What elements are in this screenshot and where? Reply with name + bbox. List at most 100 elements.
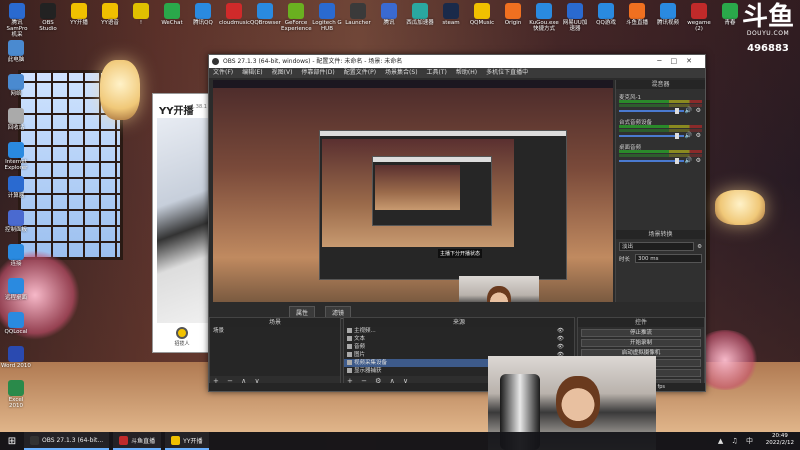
shortcut-icon [71, 3, 87, 19]
obs-menu-item[interactable]: 配置文件(P) [344, 69, 376, 76]
obs-menu-item[interactable]: 文件(F) [213, 69, 233, 76]
visibility-eye-icon[interactable]: 👁 [557, 335, 564, 343]
desktop-shortcut[interactable]: 西瓜加速器 [405, 3, 435, 26]
transition-settings-gear-icon[interactable]: ⚙ [697, 244, 702, 250]
shortcut-label: Excel 2010 [8, 397, 24, 409]
obs-menu-item[interactable]: 停靠部件(D) [301, 69, 334, 76]
desktop-shortcut[interactable]: GeForce Experience [281, 3, 312, 32]
volume-knob[interactable] [675, 108, 679, 114]
volume-knob[interactable] [675, 158, 679, 164]
shortcut-label: 回收站 [7, 125, 25, 131]
desktop-shortcut[interactable]: ! [126, 3, 156, 26]
desktop-shortcut[interactable]: wegame (2) [684, 3, 714, 32]
obs-menu-item[interactable]: 视图(V) [272, 69, 293, 76]
shortcut-icon [443, 3, 459, 19]
desktop-shortcut[interactable]: Logitech G HUB [312, 3, 342, 32]
transition-type-select[interactable]: 淡出 [619, 242, 695, 251]
shortcut-label: 腾讯 [383, 20, 395, 26]
obs-menu-item[interactable]: 多机位下直播中 [486, 69, 528, 76]
desktop-shortcut[interactable]: 计算器 [1, 176, 31, 199]
taskbar-app[interactable]: YY开播 [165, 432, 209, 450]
source-item[interactable]: 主视频... 👁 [344, 327, 574, 335]
audio-mixer-panel: 混音器 麦克风-1 🔊 ⚙ 台式音频设备 🔊 ⚙ 桌面音频 🔊 ⚙ 场景转换 淡出 ⚙ 时长 3… [615, 80, 705, 302]
desktop-shortcut[interactable]: YY语音 [95, 3, 125, 26]
shortcut-label: 青春 [724, 20, 736, 26]
clock[interactable]: 20:49 2022/2/12 [766, 433, 794, 447]
desktop-shortcut[interactable]: 腾讯视频 [653, 3, 683, 26]
desktop-shortcut[interactable]: steam [436, 3, 466, 26]
obs-menubar: 文件(F) 编辑(E) 视图(V) 停靠部件(D) 配置文件(P) 场景集合(S) 工具(T… [209, 68, 705, 78]
speaker-icon[interactable]: 🔊 [685, 107, 692, 114]
shortcut-label: 腾讯SamPro [6, 20, 28, 32]
transition-duration-input[interactable]: 300 ms [635, 254, 702, 263]
shortcut-icon [505, 3, 521, 19]
obs-menu-item[interactable]: 场景集合(S) [385, 69, 418, 76]
desktop-shortcut[interactable]: KuGou.exe 快捷方式 [529, 3, 559, 32]
yy-window[interactable]: YY开播 1.38.1 招揽人 [152, 93, 212, 353]
desktop-shortcut[interactable]: 控制面板 [1, 210, 31, 233]
start-button-icon[interactable]: ⊞ [0, 432, 24, 450]
taskbar-app-label: YY开播 [183, 437, 203, 445]
source-label: 视频采集设备 [354, 360, 388, 366]
desktop-shortcut[interactable]: 斗鱼直播 [622, 3, 652, 26]
volume-slider[interactable]: 🔊 ⚙ [619, 157, 702, 164]
desktop-shortcut[interactable]: 回收站 [1, 108, 31, 131]
source-item[interactable]: 音频 👁 [344, 343, 574, 351]
desktop-shortcut[interactable]: QQLocal [1, 312, 31, 335]
desktop-shortcut[interactable]: YY开播 [64, 3, 94, 26]
obs-titlebar[interactable]: OBS 27.1.3 (64-bit, windows) - 配置文件: 未命名… [209, 55, 705, 68]
desktop-shortcut[interactable]: QQ游戏 [591, 3, 621, 26]
window-controls[interactable]: ─□✕ [657, 55, 701, 68]
shortcut-icon [9, 3, 25, 19]
desktop-shortcut[interactable]: 远程桌面 [1, 278, 31, 301]
desktop-shortcut[interactable]: 连接 [1, 244, 31, 267]
wallpaper-lantern [100, 60, 140, 120]
scene-item[interactable]: 场景 [210, 327, 340, 335]
source-item[interactable]: 文本 👁 [344, 335, 574, 343]
system-tray-icons[interactable]: ▲ ♫ 中 [718, 436, 756, 446]
desktop-shortcut[interactable]: 腾讯QQ [188, 3, 218, 26]
shortcut-label: 斗鱼直播 [625, 20, 648, 26]
desktop-shortcut[interactable]: WeChat [157, 3, 187, 26]
desktop-shortcut[interactable]: Word 2010 [1, 346, 31, 369]
desktop-shortcut[interactable]: 网易UU加速器 [560, 3, 590, 32]
channel-gear-icon[interactable]: ⚙ [696, 132, 701, 139]
control-button[interactable]: 停止推流 [581, 329, 701, 337]
control-button[interactable]: 开始录制 [581, 339, 701, 347]
desktop-shortcut[interactable]: 腾讯SamPro 机采 [2, 3, 32, 38]
desktop-shortcut[interactable]: 此电脑 [1, 40, 31, 63]
desktop-shortcut[interactable]: Launcher [343, 3, 373, 26]
visibility-eye-icon[interactable]: 👁 [557, 343, 564, 351]
volume-slider[interactable]: 🔊 ⚙ [619, 132, 702, 139]
desktop-shortcut[interactable]: Origin [498, 3, 528, 26]
desktop-shortcut[interactable]: cloudmusic [219, 3, 250, 26]
channel-gear-icon[interactable]: ⚙ [696, 157, 701, 164]
shortcut-icon [598, 3, 614, 19]
channel-gear-icon[interactable]: ⚙ [696, 107, 701, 114]
desktop-shortcut[interactable]: Excel 2010 [1, 380, 31, 409]
desktop-shortcut[interactable]: Internet Explorer [1, 142, 31, 171]
shortcut-label: YY语音 [101, 20, 119, 26]
obs-preview[interactable]: 主播下分开播状态 [213, 80, 613, 302]
desktop-shortcut[interactable]: QQBrowser [250, 3, 281, 26]
obs-menu-item[interactable]: 工具(T) [427, 69, 447, 76]
yy-recruit-button[interactable]: 招揽人 [167, 327, 197, 347]
desktop-shortcut[interactable]: 网络 [1, 74, 31, 97]
desktop-shortcut[interactable]: 腾讯 [374, 3, 404, 26]
taskbar-app[interactable]: OBS 27.1.3 (64-bit... [24, 432, 110, 450]
wallpaper-lantern [715, 190, 765, 225]
desktop-shortcut[interactable]: OBS Studio [33, 3, 63, 32]
volume-knob[interactable] [675, 133, 679, 139]
obs-menu-item[interactable]: 帮助(H) [456, 69, 477, 76]
taskbar-app[interactable]: 斗鱼直播 [113, 432, 162, 450]
source-label: 主视频... [354, 328, 376, 334]
speaker-icon[interactable]: 🔊 [685, 157, 692, 164]
desktop-shortcut[interactable]: QQMusic [467, 3, 497, 26]
desktop-shortcut[interactable]: 青春 [715, 3, 745, 26]
volume-slider[interactable]: 🔊 ⚙ [619, 107, 702, 114]
source-type-icon [347, 368, 352, 373]
obs-window[interactable]: OBS 27.1.3 (64-bit, windows) - 配置文件: 未命名… [208, 54, 706, 392]
speaker-icon[interactable]: 🔊 [685, 132, 692, 139]
obs-menu-item[interactable]: 编辑(E) [242, 69, 262, 76]
visibility-eye-icon[interactable]: 👁 [557, 327, 564, 335]
